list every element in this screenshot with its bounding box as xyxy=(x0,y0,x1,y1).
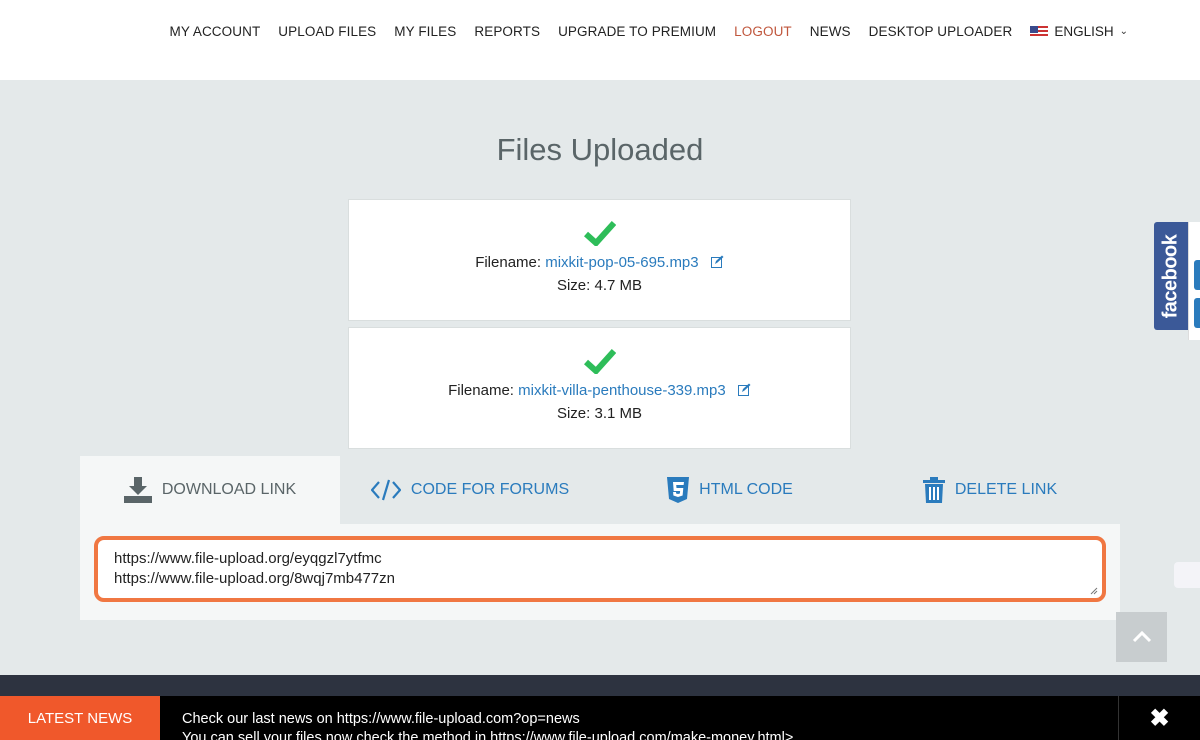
main-nav: MY ACCOUNT UPLOAD FILES MY FILES REPORTS… xyxy=(170,24,1128,39)
nav-upload-files[interactable]: UPLOAD FILES xyxy=(278,24,376,39)
news-item[interactable]: Check our last news on https://www.file-… xyxy=(182,710,793,729)
download-link-panel: https://www.file-upload.org/eyqgzl7ytfmc… xyxy=(80,524,1120,620)
trash-icon xyxy=(922,477,945,503)
nav-reports[interactable]: REPORTS xyxy=(474,24,540,39)
side-panel-strip xyxy=(1194,298,1200,328)
tab-download-link[interactable]: DOWNLOAD LINK xyxy=(80,456,340,524)
link-type-tabs: DOWNLOAD LINK CODE FOR FORUMS HTML CODE … xyxy=(80,456,1120,524)
check-icon xyxy=(583,348,616,374)
news-ticker: Check our last news on https://www.file-… xyxy=(182,710,793,740)
file-size: Size: 4.7 MB xyxy=(556,277,643,294)
tab-label: HTML CODE xyxy=(699,481,793,498)
code-icon xyxy=(370,479,401,501)
facebook-side-tab[interactable]: facebook xyxy=(1154,222,1188,330)
file-size: Size: 3.1 MB xyxy=(556,405,643,422)
download-icon xyxy=(123,477,152,503)
tab-code-for-forums[interactable]: CODE FOR FORUMS xyxy=(340,456,600,524)
uploaded-file-card: Filename: mixkit-villa-penthouse-339.mp3… xyxy=(348,327,851,449)
social-side-panel xyxy=(1188,222,1200,340)
nav-my-files[interactable]: MY FILES xyxy=(394,24,456,39)
page-title: Files Uploaded xyxy=(496,132,704,167)
uploaded-file-card: Filename: mixkit-pop-05-695.mp3 Size: 4.… xyxy=(348,199,851,321)
edit-icon[interactable] xyxy=(737,383,751,396)
tab-label: DELETE LINK xyxy=(954,481,1058,498)
close-news-button[interactable]: ✖ xyxy=(1118,696,1200,740)
html5-icon xyxy=(667,477,690,503)
download-links-textarea[interactable]: https://www.file-upload.org/eyqgzl7ytfmc… xyxy=(94,536,1106,602)
close-icon: ✖ xyxy=(1149,704,1170,732)
nav-news[interactable]: NEWS xyxy=(810,24,851,39)
facebook-label: facebook xyxy=(1159,234,1182,318)
tab-label: DOWNLOAD LINK xyxy=(161,481,297,498)
download-link-text: https://www.file-upload.org/eyqgzl7ytfmc xyxy=(114,550,382,567)
chat-widget-icon[interactable] xyxy=(1174,562,1200,588)
chevron-down-icon: ⌄ xyxy=(1119,26,1128,37)
filename-label: Filename: xyxy=(448,382,514,399)
scroll-to-top-button[interactable] xyxy=(1116,612,1167,662)
download-link-text: https://www.file-upload.org/8wqj7mb477zn xyxy=(114,570,395,587)
edit-icon[interactable] xyxy=(710,255,724,268)
us-flag-icon xyxy=(1030,25,1049,38)
resize-handle-icon[interactable] xyxy=(1090,587,1098,595)
filename-label: Filename: xyxy=(475,254,542,271)
nav-logout[interactable]: LOGOUT xyxy=(734,24,792,39)
nav-my-account[interactable]: MY ACCOUNT xyxy=(170,24,261,39)
latest-news-label: LATEST NEWS xyxy=(0,696,160,740)
check-icon xyxy=(583,220,616,246)
tab-label: CODE FOR FORUMS xyxy=(410,481,570,498)
tab-delete-link[interactable]: DELETE LINK xyxy=(860,456,1120,524)
nav-upgrade-to-premium[interactable]: UPGRADE TO PREMIUM xyxy=(558,24,716,39)
side-panel-strip xyxy=(1194,260,1200,290)
filename-link[interactable]: mixkit-villa-penthouse-339.mp3 xyxy=(518,382,726,399)
chevron-up-icon xyxy=(1132,631,1151,643)
news-item[interactable]: You can sell your files now check the me… xyxy=(182,729,793,740)
filename-link[interactable]: mixkit-pop-05-695.mp3 xyxy=(545,254,698,271)
language-label: ENGLISH xyxy=(1054,24,1114,39)
latest-news-bar: LATEST NEWS Check our last news on https… xyxy=(0,696,1200,740)
tab-html-code[interactable]: HTML CODE xyxy=(600,456,860,524)
language-selector[interactable]: ENGLISH ⌄ xyxy=(1030,24,1128,39)
nav-desktop-uploader[interactable]: DESKTOP UPLOADER xyxy=(869,24,1013,39)
top-navigation-bar: MY ACCOUNT UPLOAD FILES MY FILES REPORTS… xyxy=(0,0,1200,80)
